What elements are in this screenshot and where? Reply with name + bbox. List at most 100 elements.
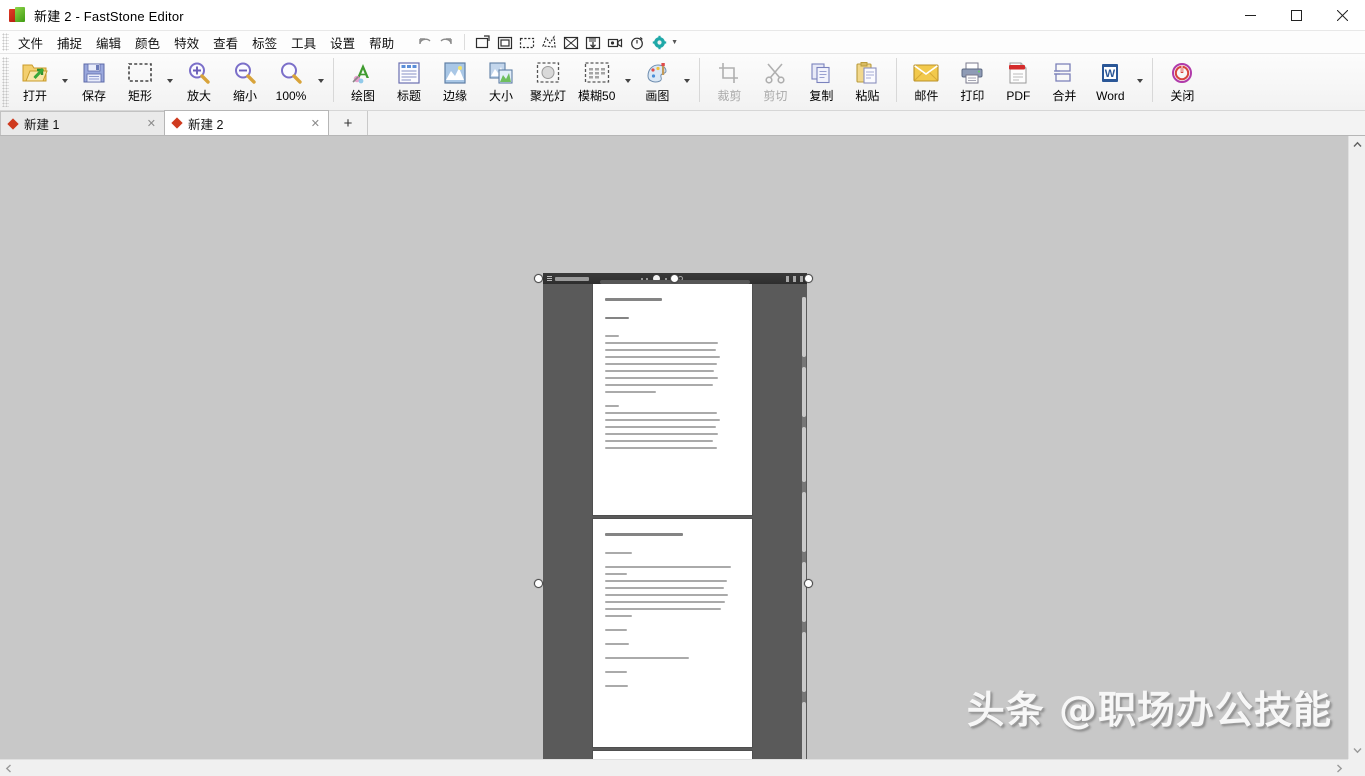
toolbar-separator-1 (333, 58, 334, 102)
edge-button[interactable]: 边缘 (432, 54, 478, 107)
zoom-100-button[interactable]: 100% (268, 54, 314, 107)
selection-handle-middle-right[interactable] (804, 579, 813, 588)
new-tab-button[interactable]: + (328, 111, 368, 135)
close-window-button[interactable] (1319, 0, 1365, 31)
paint-button-label: 画图 (645, 89, 669, 103)
maximize-button[interactable] (1273, 0, 1319, 31)
scroll-down-arrow-icon[interactable] (1349, 742, 1365, 759)
rectangle-select-icon (127, 59, 153, 87)
selection-handle-top-right[interactable] (804, 274, 813, 283)
selection-handle-top-left[interactable] (534, 274, 543, 283)
paint-button[interactable]: 画图 (634, 54, 680, 107)
menu-grip-handle[interactable] (2, 33, 9, 51)
document-page (593, 751, 752, 759)
selection-handle-middle-left[interactable] (534, 579, 543, 588)
word-icon: W (1099, 59, 1121, 87)
close-doc-button[interactable]: 关闭 (1159, 54, 1205, 107)
spotlight-button[interactable]: 聚光灯 (524, 54, 572, 107)
menu-tools[interactable]: 工具 (285, 31, 322, 54)
paste-button-label: 粘贴 (855, 89, 879, 103)
toolbar-separator-3 (896, 58, 897, 102)
zoom-in-button-label: 放大 (187, 89, 211, 103)
word-dropdown[interactable] (1133, 54, 1146, 107)
capture-fullscreen-icon[interactable] (560, 32, 582, 52)
toolbar-separator-2 (699, 58, 700, 102)
scroll-right-arrow-icon[interactable] (1331, 760, 1348, 776)
paste-button[interactable]: 粘贴 (844, 54, 890, 107)
caption-button[interactable]: 标题 (386, 54, 432, 107)
settings-gear-icon[interactable] (648, 32, 670, 52)
captured-screenshot[interactable] (543, 273, 807, 759)
undo-icon[interactable] (413, 32, 435, 52)
tab-new-1[interactable]: 新建 1 ✕ (0, 111, 165, 135)
pdf-button-label: PDF (1006, 89, 1030, 103)
menu-settings[interactable]: 设置 (324, 31, 361, 54)
printer-icon (960, 59, 984, 87)
cut-button[interactable]: 剪切 (752, 54, 798, 107)
email-button[interactable]: 邮件 (903, 54, 949, 107)
vertical-scrollbar[interactable] (1348, 136, 1365, 759)
zoom-100-dropdown[interactable] (314, 54, 327, 107)
capture-rectangle-icon[interactable] (516, 32, 538, 52)
zoom-100-button-label: 100% (276, 89, 307, 103)
menu-effects[interactable]: 特效 (168, 31, 205, 54)
vertical-scroll-track[interactable] (1349, 153, 1365, 742)
resize-button-label: 大小 (489, 89, 513, 103)
menu-file[interactable]: 文件 (12, 31, 49, 54)
scroll-left-arrow-icon[interactable] (0, 760, 17, 776)
horizontal-scrollbar[interactable] (0, 759, 1348, 776)
menu-color[interactable]: 颜色 (129, 31, 166, 54)
blur-button[interactable]: 模糊50 (572, 54, 621, 107)
open-button[interactable]: 打开 (12, 54, 58, 107)
zoom-out-button[interactable]: 缩小 (222, 54, 268, 107)
caption-button-label: 标题 (397, 89, 421, 103)
print-button[interactable]: 打印 (949, 54, 995, 107)
record-video-icon[interactable] (604, 32, 626, 52)
capture-active-window-icon[interactable] (494, 32, 516, 52)
draw-button[interactable]: 绘图 (340, 54, 386, 107)
zoom-in-button[interactable]: 放大 (176, 54, 222, 107)
paste-icon (855, 59, 879, 87)
embedded-viewer-scrollbar[interactable] (802, 297, 806, 759)
menu-view[interactable]: 查看 (207, 31, 244, 54)
open-button-label: 打开 (23, 89, 47, 103)
crop-button[interactable]: 裁剪 (706, 54, 752, 107)
tab-bar: 新建 1 ✕ 新建 2 ✕ + (0, 111, 1365, 136)
copy-button[interactable]: 复制 (798, 54, 844, 107)
capture-freehand-icon[interactable] (538, 32, 560, 52)
save-button[interactable]: 保存 (71, 54, 117, 107)
redo-icon[interactable] (435, 32, 457, 52)
crop-icon (717, 59, 741, 87)
pdf-button[interactable]: PDF (995, 54, 1041, 107)
close-doc-button-label: 关闭 (1170, 89, 1194, 103)
settings-dropdown-caret-icon[interactable]: ▼ (671, 39, 678, 46)
rectangle-dropdown[interactable] (163, 54, 176, 107)
delayed-capture-icon[interactable] (626, 32, 648, 52)
word-button[interactable]: W Word (1087, 54, 1133, 107)
menu-edit[interactable]: 编辑 (90, 31, 127, 54)
viewer-print-icon (793, 276, 796, 282)
tab-close-icon[interactable]: ✕ (307, 117, 324, 130)
scroll-up-arrow-icon[interactable] (1349, 136, 1365, 153)
scrollbar-corner (1348, 759, 1365, 776)
toolbar-grip-handle[interactable] (2, 57, 9, 107)
rectangle-button[interactable]: 矩形 (117, 54, 163, 107)
viewer-more-icon (800, 276, 803, 282)
horizontal-scroll-track[interactable] (17, 760, 1331, 776)
blur-dropdown[interactable] (621, 54, 634, 107)
menu-tags[interactable]: 标签 (246, 31, 283, 54)
selection-handle-top-center[interactable] (670, 274, 679, 283)
main-toolbar: 打开 保存 矩形 (0, 54, 1365, 111)
capture-scrolling-window-icon[interactable] (582, 32, 604, 52)
tab-close-icon[interactable]: ✕ (143, 117, 160, 130)
open-dropdown[interactable] (58, 54, 71, 107)
image-canvas[interactable]: 头条 @职场办公技能 (0, 136, 1348, 759)
menu-help[interactable]: 帮助 (363, 31, 400, 54)
tab-new-2[interactable]: 新建 2 ✕ (164, 110, 329, 135)
menu-capture[interactable]: 捕捉 (51, 31, 88, 54)
paint-dropdown[interactable] (680, 54, 693, 107)
resize-button[interactable]: 大小 (478, 54, 524, 107)
minimize-button[interactable] (1227, 0, 1273, 31)
merge-button[interactable]: 合并 (1041, 54, 1087, 107)
capture-window-icon[interactable] (472, 32, 494, 52)
